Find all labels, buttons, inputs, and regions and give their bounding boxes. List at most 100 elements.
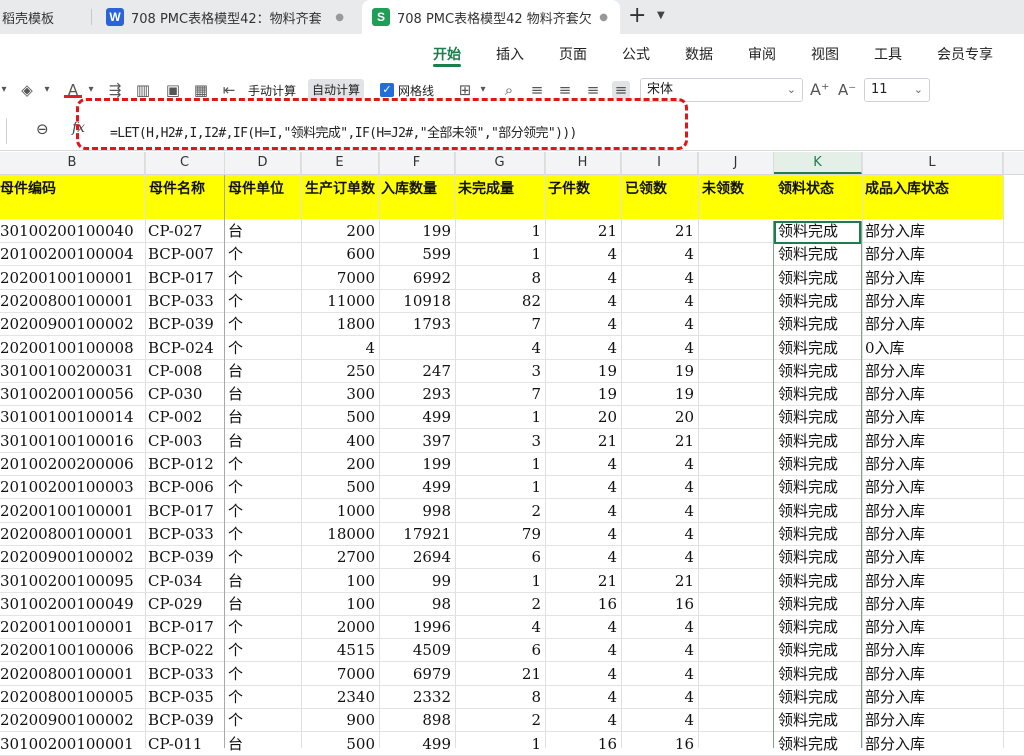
cell-unissued-count[interactable] (698, 570, 770, 593)
cell-parent-name[interactable]: BCP-033 (148, 290, 224, 313)
header-unfinished-qty[interactable]: 未完成量 (458, 179, 514, 199)
cell-order-qty[interactable]: 400 (301, 430, 375, 453)
cell-parent-name[interactable]: CP-029 (148, 593, 224, 616)
header-order-qty[interactable]: 生产订单数 (305, 179, 379, 199)
cell-unit[interactable]: 个 (228, 476, 300, 499)
cell-component-count[interactable]: 4 (545, 243, 617, 266)
cell-unfinished-qty[interactable]: 1 (455, 453, 541, 476)
cell-issued-count[interactable]: 4 (621, 663, 694, 686)
cell-unit[interactable]: 个 (228, 709, 300, 732)
merge-icon[interactable]: ▥ (134, 81, 152, 99)
cell-parent-name[interactable]: BCP-033 (148, 663, 224, 686)
cell-order-qty[interactable]: 500 (301, 476, 375, 499)
cell-unfinished-qty[interactable]: 1 (455, 243, 541, 266)
column-header-L[interactable]: L (862, 152, 1003, 174)
cell-stock-in-qty[interactable]: 17921 (379, 523, 451, 546)
cell-component-count[interactable]: 16 (545, 733, 617, 756)
cell-unfinished-qty[interactable]: 79 (455, 523, 541, 546)
cell-parent-name[interactable]: BCP-024 (148, 337, 224, 360)
cell-stock-in-status[interactable]: 部分入库 (865, 523, 1001, 546)
cell-stock-in-status[interactable]: 部分入库 (865, 709, 1001, 732)
cell-unissued-count[interactable] (698, 267, 770, 290)
cell-order-qty[interactable]: 1800 (301, 313, 375, 336)
menu-tools[interactable]: 工具 (874, 44, 902, 64)
cell-stock-in-status[interactable]: 部分入库 (865, 220, 1001, 243)
cell-unissued-count[interactable] (698, 337, 770, 360)
chevron-down-icon[interactable]: ▾ (0, 81, 8, 99)
header-stock-in-qty[interactable]: 入库数量 (381, 179, 437, 199)
auto-calc-button[interactable]: 自动计算 (308, 79, 365, 100)
cell-issued-count[interactable]: 4 (621, 337, 694, 360)
cell-order-qty[interactable]: 4515 (301, 639, 375, 662)
header-issue-status[interactable]: 领料状态 (778, 179, 834, 199)
cell-parent-name[interactable]: BCP-039 (148, 709, 224, 732)
cell-unfinished-qty[interactable]: 2 (455, 709, 541, 732)
cell-issued-count[interactable]: 19 (621, 360, 694, 383)
cell-unfinished-qty[interactable]: 2 (455, 500, 541, 523)
cell-unissued-count[interactable] (698, 290, 770, 313)
cell-parent-code[interactable]: 20100200100003 (0, 476, 143, 499)
cell-unfinished-qty[interactable]: 1 (455, 406, 541, 429)
menu-insert[interactable]: 插入 (496, 44, 524, 64)
cell-order-qty[interactable]: 7000 (301, 663, 375, 686)
font-size-select[interactable]: 11 ⌄ (864, 78, 930, 102)
cell-issued-count[interactable]: 4 (621, 500, 694, 523)
cell-stock-in-status[interactable]: 部分入库 (865, 406, 1001, 429)
cell-unfinished-qty[interactable]: 2 (455, 593, 541, 616)
cell-stock-in-qty[interactable]: 199 (379, 453, 451, 476)
cell-order-qty[interactable]: 300 (301, 383, 375, 406)
cell-stock-in-status[interactable]: 部分入库 (865, 453, 1001, 476)
cell-parent-code[interactable]: 30100200100056 (0, 383, 143, 406)
cell-parent-code[interactable]: 20200100100006 (0, 639, 143, 662)
cell-stock-in-qty[interactable]: 2694 (379, 546, 451, 569)
cell-parent-code[interactable]: 20200100100001 (0, 500, 143, 523)
column-header-J[interactable]: J (698, 152, 774, 174)
cell-unfinished-qty[interactable]: 4 (455, 337, 541, 360)
header-parent-name[interactable]: 母件名称 (149, 179, 205, 199)
cell-stock-in-status[interactable]: 部分入库 (865, 686, 1001, 709)
header-parent-unit[interactable]: 母件单位 (228, 179, 284, 199)
cell-component-count[interactable]: 19 (545, 383, 617, 406)
cell-stock-in-status[interactable]: 部分入库 (865, 290, 1001, 313)
cell-unissued-count[interactable] (698, 220, 770, 243)
cell-parent-name[interactable]: BCP-012 (148, 453, 224, 476)
cell-issued-count[interactable]: 4 (621, 476, 694, 499)
cell-unit[interactable]: 台 (228, 733, 300, 756)
column-header-F[interactable]: F (379, 152, 455, 174)
header-parent-code[interactable]: 母件编码 (0, 179, 56, 199)
cell-component-count[interactable]: 4 (545, 546, 617, 569)
cell-component-count[interactable]: 20 (545, 406, 617, 429)
cell-unissued-count[interactable] (698, 313, 770, 336)
column-header-H[interactable]: H (545, 152, 621, 174)
cell-unfinished-qty[interactable]: 1 (455, 733, 541, 756)
cell-stock-in-status[interactable]: 部分入库 (865, 733, 1001, 756)
cell-stock-in-qty[interactable]: 499 (379, 476, 451, 499)
tab-dot-icon[interactable]: ● (335, 12, 344, 23)
cell-stock-in-qty[interactable]: 99 (379, 570, 451, 593)
cell-order-qty[interactable]: 2000 (301, 616, 375, 639)
clear-format-icon[interactable]: ⇶ (106, 81, 124, 99)
menu-home[interactable]: 开始 (433, 44, 461, 64)
cell-unfinished-qty[interactable]: 1 (455, 570, 541, 593)
cell-stock-in-status[interactable]: 部分入库 (865, 593, 1001, 616)
cell-unit[interactable]: 个 (228, 243, 300, 266)
cell-unit[interactable]: 台 (228, 220, 300, 243)
cell-unissued-count[interactable] (698, 709, 770, 732)
cell-unfinished-qty[interactable]: 3 (455, 430, 541, 453)
menu-view[interactable]: 视图 (811, 44, 839, 64)
cell-stock-in-status[interactable]: 部分入库 (865, 639, 1001, 662)
header-issued-count[interactable]: 已领数 (625, 179, 667, 199)
cell-unfinished-qty[interactable]: 4 (455, 616, 541, 639)
cell-parent-code[interactable]: 30100200100049 (0, 593, 143, 616)
cell-order-qty[interactable]: 900 (301, 709, 375, 732)
cell-order-qty[interactable]: 100 (301, 593, 375, 616)
cell-order-qty[interactable]: 500 (301, 406, 375, 429)
cell-order-qty[interactable]: 250 (301, 360, 375, 383)
cell-stock-in-status[interactable]: 部分入库 (865, 546, 1001, 569)
cell-order-qty[interactable]: 500 (301, 733, 375, 756)
cell-parent-code[interactable]: 20200800100005 (0, 686, 143, 709)
manual-calc-button[interactable]: 手动计算 (248, 82, 296, 99)
cell-stock-in-qty[interactable]: 6992 (379, 267, 451, 290)
cell-issued-count[interactable]: 4 (621, 290, 694, 313)
cell-issued-count[interactable]: 4 (621, 639, 694, 662)
